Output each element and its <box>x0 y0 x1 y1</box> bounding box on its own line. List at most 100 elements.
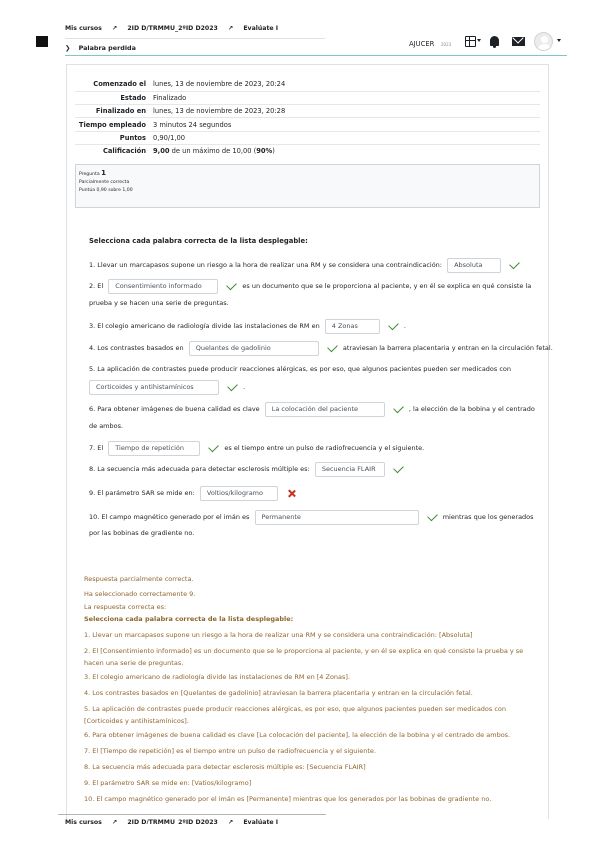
answer-select[interactable]: Consentimiento informado <box>108 278 219 294</box>
question-item: Corticoides y antihistamínicos . <box>86 379 245 395</box>
check-icon <box>393 402 404 414</box>
question-label: Pregunta <box>79 172 100 177</box>
question-item: 9. El parámetro SAR se mide en: Voltios/… <box>89 485 300 501</box>
answer-select[interactable]: Quelantes de gadolinio <box>188 340 319 356</box>
feedback-line: 3. El colegio americano de radiología di… <box>84 673 351 681</box>
item-text: es un documento que se le proporciona al… <box>242 282 532 290</box>
check-icon <box>393 462 404 474</box>
item-text: 5. La aplicación de contrastes puede pro… <box>89 365 512 373</box>
question-mark: Puntúa 0,90 sobre 1,00 <box>79 188 133 193</box>
divider <box>65 38 325 39</box>
item-text: 9. El parámetro SAR se mide en: <box>89 489 195 497</box>
check-icon <box>388 319 399 331</box>
question-number: 1 <box>101 169 107 177</box>
feedback-prompt: Selecciona cada palabra correcta de la l… <box>84 615 294 623</box>
grade-mid: de un máximo de 10,00 ( <box>169 147 257 156</box>
question-item: 4. Los contrastes basados en Quelantes d… <box>89 340 553 356</box>
grid-icon[interactable] <box>461 33 481 49</box>
question-item: 1. Llevar un marcapasos supone un riesgo… <box>89 257 523 273</box>
question-item: 3. El colegio americano de radiología di… <box>89 318 406 334</box>
feedback-line: 5. La aplicación de contrastes puede pro… <box>84 705 507 713</box>
summary-value: lunes, 13 de noviembre de 2023, 20:24 <box>150 78 540 92</box>
check-icon <box>326 341 338 353</box>
feedback-line: 6. Para obtener imágenes de buena calida… <box>84 731 511 739</box>
avatar-icon[interactable] <box>533 31 561 51</box>
cross-icon <box>287 489 296 498</box>
answer-select[interactable]: Permanente <box>254 509 419 525</box>
breadcrumb-quiz[interactable]: Evalúate I <box>243 25 278 32</box>
breadcrumb: Mis cursos ↗ 2ID D/TRMMU_2ºID D2023 ↗ Ev… <box>65 25 286 32</box>
answer-select[interactable]: La colocación del paciente <box>264 401 385 417</box>
check-icon <box>226 279 238 291</box>
breadcrumb-mis-cursos[interactable]: Mis cursos <box>65 819 102 824</box>
breadcrumb-arrow-icon: ↗ <box>112 25 118 32</box>
item-text: de ambos. <box>89 422 124 430</box>
item-text: , la elección de la bobina y el centrado <box>408 405 535 413</box>
item-text: 10. El campo magnético generado por el i… <box>89 513 250 521</box>
menu-icon[interactable] <box>36 36 48 47</box>
mail-icon[interactable] <box>511 33 525 49</box>
divider <box>58 814 326 815</box>
question-item: 10. El campo magnético generado por el i… <box>89 509 534 525</box>
feedback-line: 1. Llevar un marcapasos supone un riesgo… <box>84 631 473 639</box>
answer-select[interactable]: Tiempo de repetición <box>108 440 201 456</box>
navbar: Mis cursos ↗ 2ID D/TRMMU_2ºID D2023 ↗ Ev… <box>0 0 599 56</box>
question-item: 8. La secuencia más adecuada para detect… <box>89 461 407 477</box>
summary-value: 0,90/1,00 <box>150 131 540 145</box>
breadcrumb-quiz[interactable]: Evalúate I <box>243 819 278 824</box>
table-row: Puntos 0,90/1,00 <box>75 131 540 145</box>
item-text: prueba y se hacen una serie de preguntas… <box>89 299 229 307</box>
item-text: por las bobinas de gradiente no. <box>89 529 195 537</box>
check-icon <box>227 380 238 392</box>
feedback-line: [Corticoides y antihistamínicos]. <box>84 717 189 725</box>
attempt-summary-table: Comenzado el lunes, 13 de noviembre de 20… <box>75 78 540 158</box>
table-row: Tiempo empleado 3 minutos 24 segundos <box>75 117 540 132</box>
feedback-line: 8. La secuencia más adecuada para detect… <box>84 763 366 771</box>
sub-breadcrumb-label[interactable]: Palabra perdida <box>79 44 136 52</box>
question-item: 2. El Consentimiento informado es un doc… <box>89 278 531 294</box>
table-row: Calificación 9,00 de un máximo de 10,00 … <box>75 144 540 157</box>
grade-percent: 90% <box>256 147 273 156</box>
answer-select[interactable]: Absoluta <box>447 257 502 273</box>
answer-select[interactable]: Corticoides y antihistamínicos <box>89 379 219 395</box>
answer-select[interactable]: Voltios/kilogramo <box>199 485 278 501</box>
check-icon <box>426 510 438 522</box>
question-item: 7. El Tiempo de repetición es el tiempo … <box>89 440 424 456</box>
breadcrumb-course[interactable]: 2ID D/TRMMU_2ºID D2023 <box>127 819 217 824</box>
summary-label: Finalizado en <box>75 104 150 119</box>
breadcrumb-arrow-icon: ↗ <box>227 819 234 824</box>
user-name[interactable]: AJUCER <box>409 40 434 48</box>
summary-label: Tiempo empleado <box>75 117 150 132</box>
grade-label: Calificación <box>102 147 146 156</box>
feedback-status: Respuesta parcialmente correcta. <box>84 575 194 583</box>
item-text: mientras que los generados <box>442 513 534 521</box>
table-row: Finalizado en lunes, 13 de noviembre de 2… <box>75 104 540 119</box>
item-text: 1. Llevar un marcapasos supone un riesgo… <box>89 261 442 269</box>
chevron-right-icon[interactable]: ❯ <box>65 44 70 52</box>
answer-select[interactable]: 4 Zonas <box>324 318 380 334</box>
item-text: 4. Los contrastes basados en <box>89 344 184 352</box>
breadcrumb-course[interactable]: 2ID D/TRMMU_2ºID D2023 <box>127 25 217 32</box>
question-state: Parcialmente correcta <box>79 180 130 185</box>
feedback-line: hacen una serie de preguntas. <box>84 659 184 667</box>
grade-end: ) <box>272 147 275 156</box>
item-text: es el tiempo entre un pulso de radiofrec… <box>224 444 425 452</box>
item-text: atraviesan la barrera placentaria y entr… <box>342 344 553 352</box>
breadcrumb-mis-cursos[interactable]: Mis cursos <box>65 25 102 32</box>
grade-score: 9,00 <box>153 147 170 156</box>
summary-value: lunes, 13 de noviembre de 2023, 20:28 <box>150 104 540 119</box>
bell-icon[interactable] <box>488 33 500 49</box>
feedback-line: 2. El [Consentimiento informado] es un d… <box>84 647 524 655</box>
question-item: 6. Para obtener imágenes de buena calida… <box>89 401 535 417</box>
answer-select[interactable]: Secuencia FLAIR <box>314 461 385 477</box>
breadcrumb-arrow-icon: ↗ <box>112 819 118 824</box>
caret-down-icon <box>557 39 561 42</box>
item-text: 8. La secuencia más adecuada para detect… <box>89 465 310 473</box>
feedback-line: 4. Los contrastes basados en [Quelantes … <box>84 689 473 697</box>
item-text: . <box>403 322 406 330</box>
item-text: 2. El <box>89 282 104 290</box>
feedback-line: 7. El [Tiempo de repetición] es el tiemp… <box>84 747 376 755</box>
table-row: Comenzado el lunes, 13 de noviembre de 20… <box>75 78 540 92</box>
table-row: Estado Finalizado <box>75 91 540 106</box>
sub-breadcrumb: ❯ Palabra perdida <box>65 44 136 52</box>
